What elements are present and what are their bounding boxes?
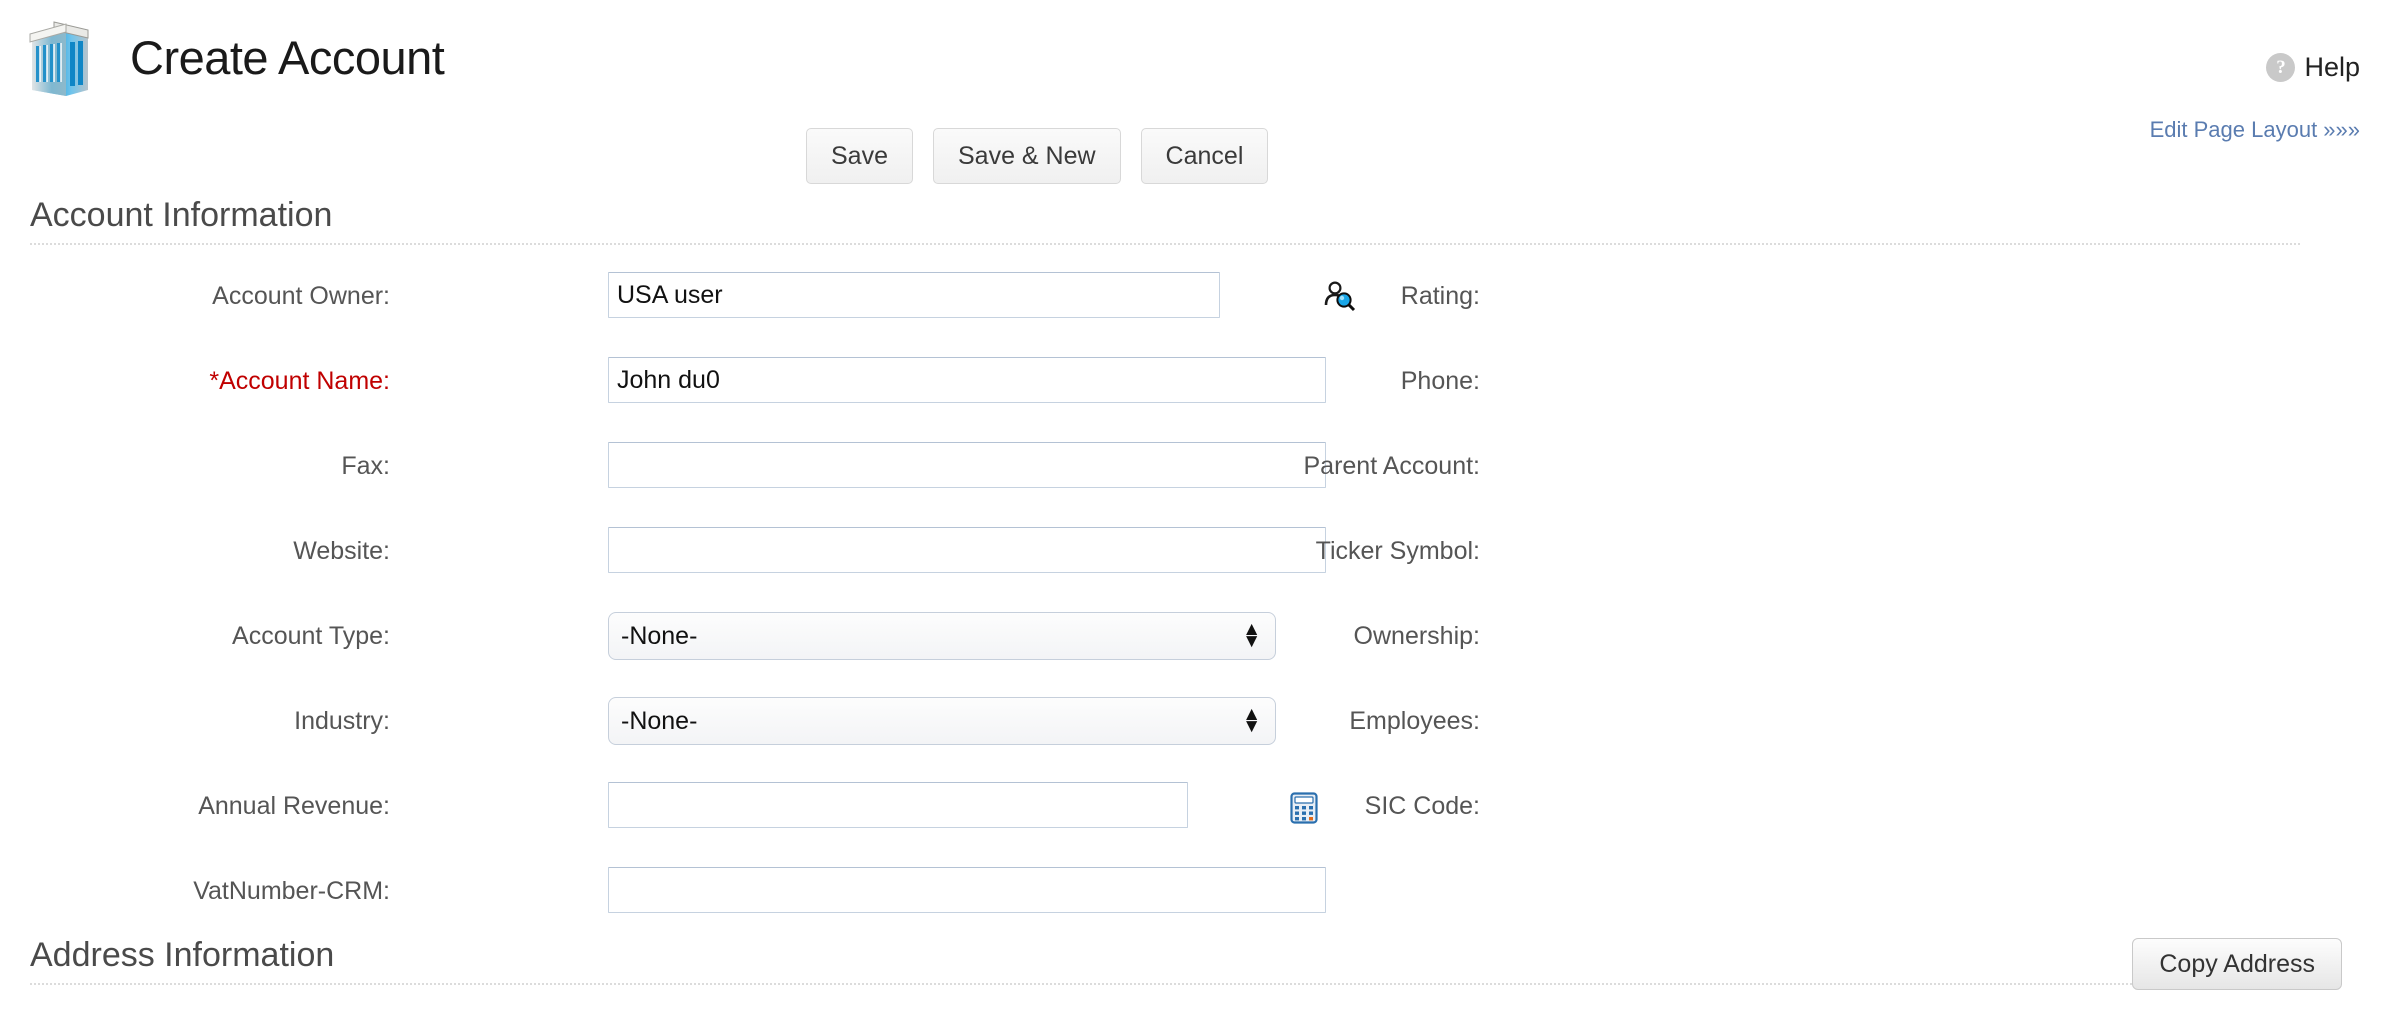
cancel-button[interactable]: Cancel	[1141, 128, 1269, 184]
vatnumber-label: VatNumber-CRM:	[0, 877, 390, 906]
ticker-symbol-label: Ticker Symbol:	[860, 537, 1480, 566]
parent-account-label: Parent Account:	[860, 452, 1480, 481]
fax-label: Fax:	[0, 452, 390, 481]
field-row-parent-account: Parent Account:	[1180, 438, 2390, 523]
field-row-employees: Employees:	[1180, 693, 2390, 778]
field-row-ownership: Ownership: -None- ▲▼	[1180, 608, 2390, 693]
help-link[interactable]: ? Help	[2266, 52, 2360, 83]
copy-address-button[interactable]: Copy Address	[2132, 938, 2342, 990]
account-owner-label: Account Owner:	[0, 282, 390, 311]
employees-label: Employees:	[860, 707, 1480, 736]
form-column-right: Rating: -None- ▲▼ Phone: Parent Account:	[1180, 268, 2390, 948]
account-name-label: *Account Name:	[0, 367, 390, 396]
save-and-new-button[interactable]: Save & New	[933, 128, 1121, 184]
office-building-icon	[26, 20, 92, 98]
save-button[interactable]: Save	[806, 128, 913, 184]
ownership-label: Ownership:	[860, 622, 1480, 651]
account-type-value: -None-	[621, 622, 697, 651]
address-information-section: Address Information	[0, 936, 2300, 985]
field-row-rating: Rating: -None- ▲▼	[1180, 268, 2390, 353]
question-mark-icon: ?	[2266, 53, 2295, 82]
page-title: Create Account	[130, 30, 444, 85]
section-divider	[30, 243, 2300, 245]
account-information-heading: Account Information	[0, 196, 2300, 235]
website-label: Website:	[0, 537, 390, 566]
phone-label: Phone:	[860, 367, 1480, 396]
annual-revenue-label: Annual Revenue:	[0, 792, 390, 821]
address-information-heading: Address Information	[0, 936, 2300, 975]
rating-label: Rating:	[860, 282, 1480, 311]
create-account-page: Create Account ? Help Edit Page Layout »…	[0, 0, 2390, 1012]
field-row-sic-code: SIC Code:	[1180, 778, 2390, 863]
section-divider	[30, 983, 2300, 985]
form-action-buttons: Save Save & New Cancel	[806, 128, 1268, 184]
industry-label: Industry:	[0, 707, 390, 736]
account-information-section: Account Information	[0, 196, 2300, 245]
industry-value: -None-	[621, 707, 697, 736]
account-type-label: Account Type:	[0, 622, 390, 651]
help-label: Help	[2304, 52, 2360, 83]
sic-code-label: SIC Code:	[860, 792, 1480, 821]
field-row-ticker-symbol: Ticker Symbol:	[1180, 523, 2390, 608]
edit-page-layout-link[interactable]: Edit Page Layout »»»	[2150, 117, 2360, 143]
field-row-phone: Phone:	[1180, 353, 2390, 438]
